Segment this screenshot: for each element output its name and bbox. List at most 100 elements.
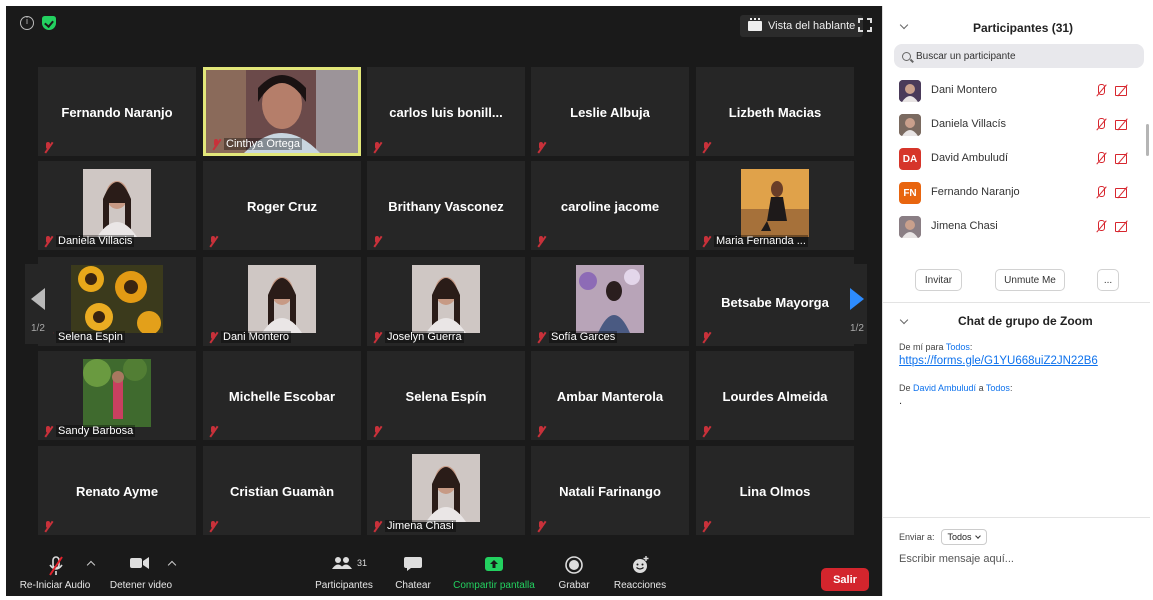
chat-message-2-sender[interactable]: David Ambuludí xyxy=(913,383,976,393)
muted-mic-icon xyxy=(212,138,221,150)
participant-tile[interactable]: Roger Cruz xyxy=(203,161,361,250)
fullscreen-icon[interactable] xyxy=(858,18,872,32)
chat-message-1-recipient[interactable]: Todos xyxy=(946,342,970,352)
arrow-left-icon xyxy=(31,288,45,310)
participant-tile[interactable]: Brithany Vasconez xyxy=(367,161,525,250)
participant-tile[interactable]: Dani Montero xyxy=(203,257,361,346)
participant-tile[interactable]: Natali Farinango xyxy=(531,446,689,535)
participant-tile[interactable]: Selena Espín xyxy=(367,351,525,440)
participant-tile[interactable]: Fernando Naranjo xyxy=(38,67,196,156)
unmute-me-button[interactable]: Unmute Me xyxy=(995,269,1065,291)
chat-message-1-link[interactable]: https://forms.gle/G1YU668uiZ2JN22B6 xyxy=(899,355,1098,367)
participant-name: Natali Farinango xyxy=(559,484,661,499)
participant-label: Jimena Chasi xyxy=(385,520,456,532)
participant-tile[interactable]: Maria Fernanda ... xyxy=(696,161,854,250)
participant-tile[interactable]: Sofía Garces xyxy=(531,257,689,346)
leave-meeting-button[interactable]: Salir xyxy=(821,568,869,591)
participants-label: Participantes xyxy=(315,580,373,591)
participants-header: Participantes (31) xyxy=(883,6,1150,44)
send-to-dropdown[interactable]: Todos xyxy=(940,529,987,545)
participant-label: Sandy Barbosa xyxy=(56,425,136,437)
participant-list-name: Fernando Naranjo xyxy=(931,186,1020,198)
encryption-shield-icon[interactable] xyxy=(42,16,56,30)
participant-label: Selena Espin xyxy=(56,331,125,343)
participant-row[interactable]: FN Fernando Naranjo xyxy=(883,176,1141,210)
participant-tile[interactable]: caroline jacome xyxy=(531,161,689,250)
chat-title: Chat de grupo de Zoom xyxy=(958,314,1093,328)
chat-message-1-colon: : xyxy=(969,342,973,352)
dropdown-chevron-icon xyxy=(974,532,981,539)
participant-tile[interactable]: Joselyn Guerra xyxy=(367,257,525,346)
share-screen-button[interactable]: Compartir pantalla xyxy=(446,550,542,596)
participant-row[interactable]: Jimena Chasi xyxy=(883,210,1141,244)
more-options-button[interactable]: ... xyxy=(1097,269,1119,291)
collapse-participants-chevron-icon[interactable] xyxy=(899,20,909,30)
participant-tile[interactable]: Lina Olmos xyxy=(696,446,854,535)
chat-message-2-prefix: De xyxy=(899,383,914,393)
tile-status-label: Dani Montero xyxy=(209,331,292,343)
participant-tile[interactable]: Cinthya Ortega xyxy=(203,67,361,156)
restart-audio-button[interactable]: Re-Iniciar Audio xyxy=(16,550,94,596)
chat-message-input[interactable]: Escribir mensaje aquí... xyxy=(899,553,1014,565)
participant-search-input[interactable] xyxy=(916,50,1116,62)
participant-label: Daniela Villacis xyxy=(56,235,135,247)
muted-mic-icon xyxy=(702,521,711,532)
chat-message-1-from: De mí para xyxy=(899,342,946,352)
stop-video-button[interactable]: Detener video xyxy=(104,550,178,596)
participant-tile[interactable]: Betsabe Mayorga xyxy=(696,257,854,346)
participant-tile[interactable]: Cristian Guamàn xyxy=(203,446,361,535)
chat-message-2-header: De David Ambuludí a Todos: xyxy=(899,383,1012,393)
tile-status-label xyxy=(373,236,382,247)
chat-button[interactable]: Chatear xyxy=(390,550,436,596)
invite-button[interactable]: Invitar xyxy=(915,269,962,291)
participant-profile-photo xyxy=(741,169,809,237)
muted-mic-icon xyxy=(1095,152,1107,166)
participant-tile[interactable]: Lizbeth Macias xyxy=(696,67,854,156)
tile-status-label xyxy=(209,236,218,247)
participant-tile[interactable]: Sandy Barbosa xyxy=(38,351,196,440)
video-off-icon xyxy=(1115,221,1130,232)
record-button[interactable]: Grabar xyxy=(554,550,594,596)
participant-row[interactable]: Daniela Villacís xyxy=(883,108,1141,142)
reactions-button[interactable]: Reacciones xyxy=(608,550,672,596)
participant-list-scrollbar[interactable] xyxy=(1146,124,1149,156)
chat-message-2-recipient[interactable]: Todos xyxy=(986,383,1010,393)
info-icon[interactable]: i xyxy=(20,16,34,30)
speaker-view-icon xyxy=(748,18,762,31)
participant-tile[interactable]: Daniela Villacis xyxy=(38,161,196,250)
participant-tile[interactable]: Selena Espin xyxy=(38,257,196,346)
camera-icon xyxy=(130,557,149,569)
participant-label: Cinthya Ortega xyxy=(224,138,302,150)
participants-button[interactable]: 31 Participantes xyxy=(308,550,380,596)
participant-name: carlos luis bonill... xyxy=(389,105,503,120)
muted-mic-icon xyxy=(44,142,53,153)
participant-tile[interactable]: Michelle Escobar xyxy=(203,351,361,440)
participant-search-box[interactable] xyxy=(894,44,1144,68)
participants-title: Participantes (31) xyxy=(973,21,1074,35)
participant-tile[interactable]: Ambar Manterola xyxy=(531,351,689,440)
reactions-label: Reacciones xyxy=(613,580,667,591)
muted-mic-icon xyxy=(1095,118,1107,132)
participant-profile-photo xyxy=(83,357,151,427)
tile-status-label: Daniela Villacis xyxy=(44,235,135,247)
participant-row[interactable]: Dani Montero xyxy=(883,74,1141,108)
participant-tile[interactable]: carlos luis bonill... xyxy=(367,67,525,156)
collapse-chat-chevron-icon[interactable] xyxy=(899,315,909,325)
tile-status-label xyxy=(702,332,711,343)
participant-row[interactable]: DA David Ambuludí xyxy=(883,142,1141,176)
participant-tile[interactable]: Lourdes Almeida xyxy=(696,351,854,440)
meeting-area: i Vista del hablante Fernando Naranjo Cin… xyxy=(6,6,882,596)
restart-audio-label: Re-Iniciar Audio xyxy=(19,580,91,591)
participant-tile[interactable]: Jimena Chasi xyxy=(367,446,525,535)
participant-profile-photo xyxy=(412,454,480,522)
participant-avatar xyxy=(899,80,921,102)
top-left-indicators: i xyxy=(20,16,56,30)
participant-avatar: DA xyxy=(899,148,921,170)
participant-tile[interactable]: Renato Ayme xyxy=(38,446,196,535)
stop-video-label: Detener video xyxy=(109,580,173,591)
participant-name: Lina Olmos xyxy=(739,484,811,499)
speaker-view-button[interactable]: Vista del hablante xyxy=(740,15,864,37)
participant-name: Renato Ayme xyxy=(75,484,159,499)
participant-tile[interactable]: Leslie Albuja xyxy=(531,67,689,156)
participant-list-name: Daniela Villacís xyxy=(931,118,1007,130)
